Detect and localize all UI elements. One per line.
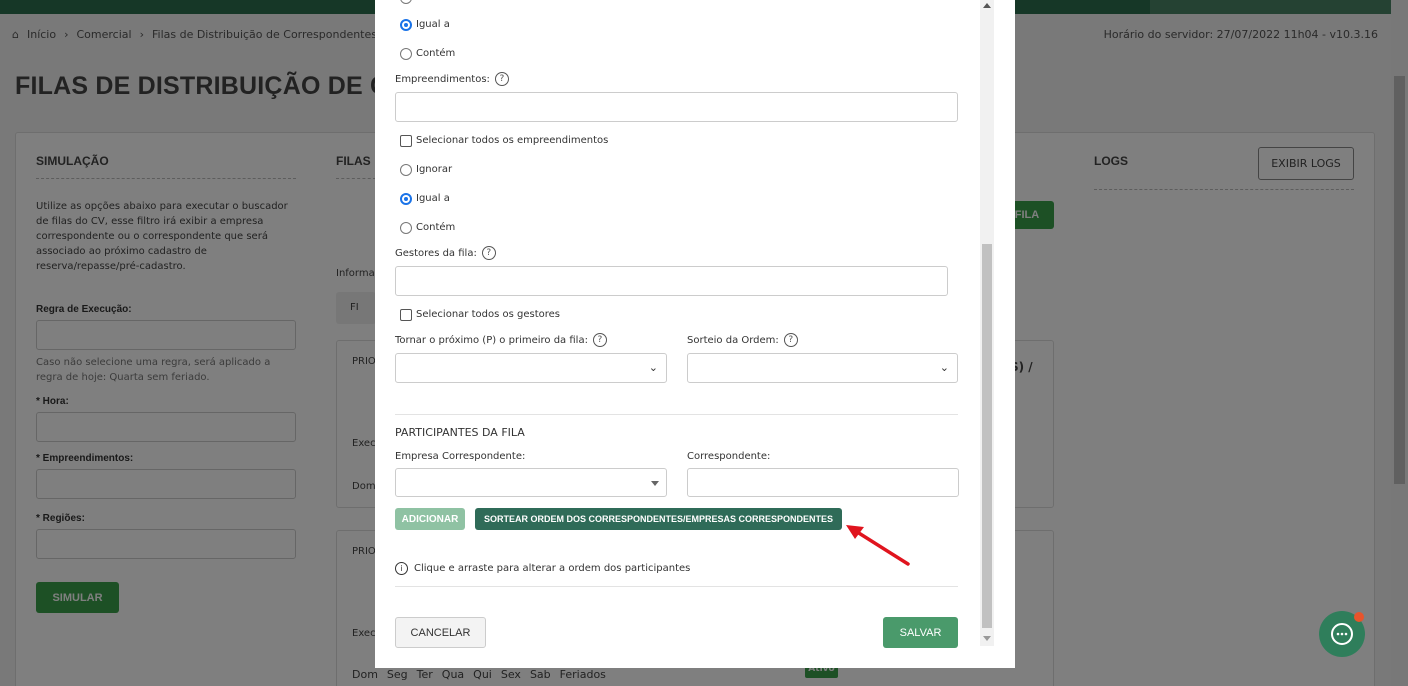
footer-divider <box>395 586 958 587</box>
managers-field-label: Gestores da fila: ? <box>395 246 496 260</box>
section-divider <box>395 414 958 415</box>
shuffle-order-button[interactable]: SORTEAR ORDEM DOS CORRESPONDENTES/EMPRES… <box>475 508 842 530</box>
help-icon[interactable]: ? <box>481 246 496 260</box>
scroll-down-arrow-icon[interactable] <box>983 636 991 641</box>
modal-scrollbar-thumb[interactable] <box>982 244 992 628</box>
help-icon[interactable]: ? <box>592 333 607 347</box>
radio-equal-label: Igual a <box>416 193 450 204</box>
radio-ignore-label: Ignorar <box>416 164 453 175</box>
drag-hint-text: Clique e arraste para alterar a ordem do… <box>414 563 691 574</box>
developments-label-text: Empreendimentos: <box>395 73 490 85</box>
developments-input[interactable] <box>395 92 958 122</box>
radio-ignore[interactable] <box>400 164 412 176</box>
company-label: Empresa Correspondente: <box>395 451 526 462</box>
correspondent-input[interactable] <box>687 468 959 497</box>
radio-hidden[interactable] <box>400 0 412 4</box>
chevron-down-icon: ⌄ <box>648 361 658 374</box>
select-all-developments-label: Selecionar todos os empreendimentos <box>416 135 609 146</box>
cancel-button[interactable]: CANCELAR <box>395 617 486 648</box>
radio-equal-top-label: Igual a <box>416 19 450 30</box>
next-first-select[interactable]: ⌄ <box>395 353 667 383</box>
select-all-managers-label: Selecionar todos os gestores <box>416 309 560 320</box>
radio-contains-top-label: Contém <box>416 48 456 59</box>
select-all-developments-checkbox[interactable] <box>400 135 412 147</box>
draw-order-field-label: Sorteio da Ordem: ? <box>687 333 798 347</box>
correspondent-label: Correspondente: <box>687 451 771 462</box>
help-icon[interactable]: ? <box>783 333 798 347</box>
radio-equal[interactable] <box>400 193 412 205</box>
save-button[interactable]: SALVAR <box>883 617 958 648</box>
next-first-label-text: Tornar o próximo (P) o primeiro da fila: <box>395 334 588 346</box>
participants-title: PARTICIPANTES DA FILA <box>395 426 525 439</box>
managers-label-text: Gestores da fila: <box>395 247 477 259</box>
scroll-up-arrow-icon[interactable] <box>983 3 991 8</box>
draw-order-label-text: Sorteio da Ordem: <box>687 334 779 346</box>
managers-input[interactable] <box>395 266 948 296</box>
caret-down-icon <box>651 481 659 486</box>
draw-order-select[interactable]: ⌄ <box>687 353 958 383</box>
help-icon[interactable]: ? <box>494 72 509 86</box>
info-icon: i <box>395 562 408 575</box>
modal-scrollbar[interactable] <box>980 0 994 646</box>
chevron-down-icon: ⌄ <box>939 361 949 374</box>
next-first-field-label: Tornar o próximo (P) o primeiro da fila:… <box>395 333 607 347</box>
company-select[interactable] <box>395 468 667 497</box>
add-participant-button[interactable]: ADICIONAR <box>395 508 465 530</box>
developments-field-label: Empreendimentos: ? <box>395 72 509 86</box>
select-all-managers-checkbox[interactable] <box>400 309 412 321</box>
radio-equal-top[interactable] <box>400 19 412 31</box>
notification-dot <box>1354 612 1364 622</box>
radio-contains-label: Contém <box>416 222 456 233</box>
radio-contains-top[interactable] <box>400 48 412 60</box>
annotation-arrow-icon <box>846 525 910 566</box>
drag-hint: i Clique e arraste para alterar a ordem … <box>395 562 690 575</box>
radio-contains[interactable] <box>400 222 412 234</box>
